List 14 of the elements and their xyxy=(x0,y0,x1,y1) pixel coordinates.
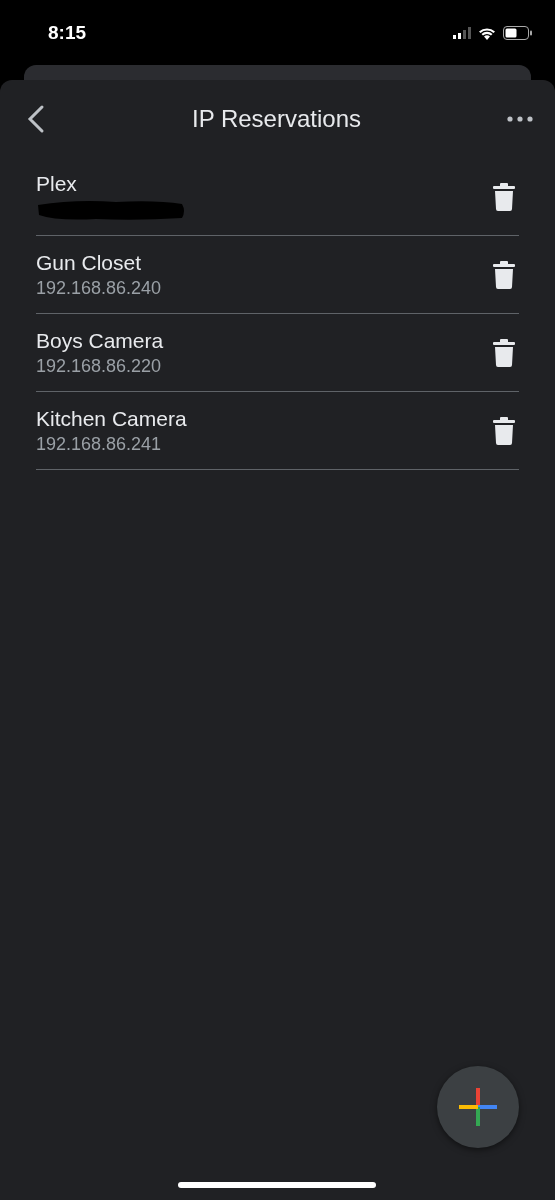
ip-address: 192.168.86.241 xyxy=(36,433,163,455)
page-title: IP Reservations xyxy=(192,105,361,133)
device-name: Gun Closet xyxy=(36,250,143,275)
device-name: Kitchen Camera xyxy=(36,406,187,431)
status-time: 8:15 xyxy=(48,22,87,44)
battery-icon xyxy=(503,26,533,40)
wifi-icon xyxy=(478,26,496,40)
signal-icon xyxy=(453,27,471,39)
device-name: Plex xyxy=(36,172,78,196)
ip-address: 192.168.86.240 xyxy=(36,277,162,299)
ip-address: 192.168.86.220 xyxy=(36,355,163,377)
device-name: Boys Camera xyxy=(36,328,164,353)
plus-icon[interactable] xyxy=(459,1088,497,1126)
more-icon[interactable] xyxy=(507,116,533,122)
